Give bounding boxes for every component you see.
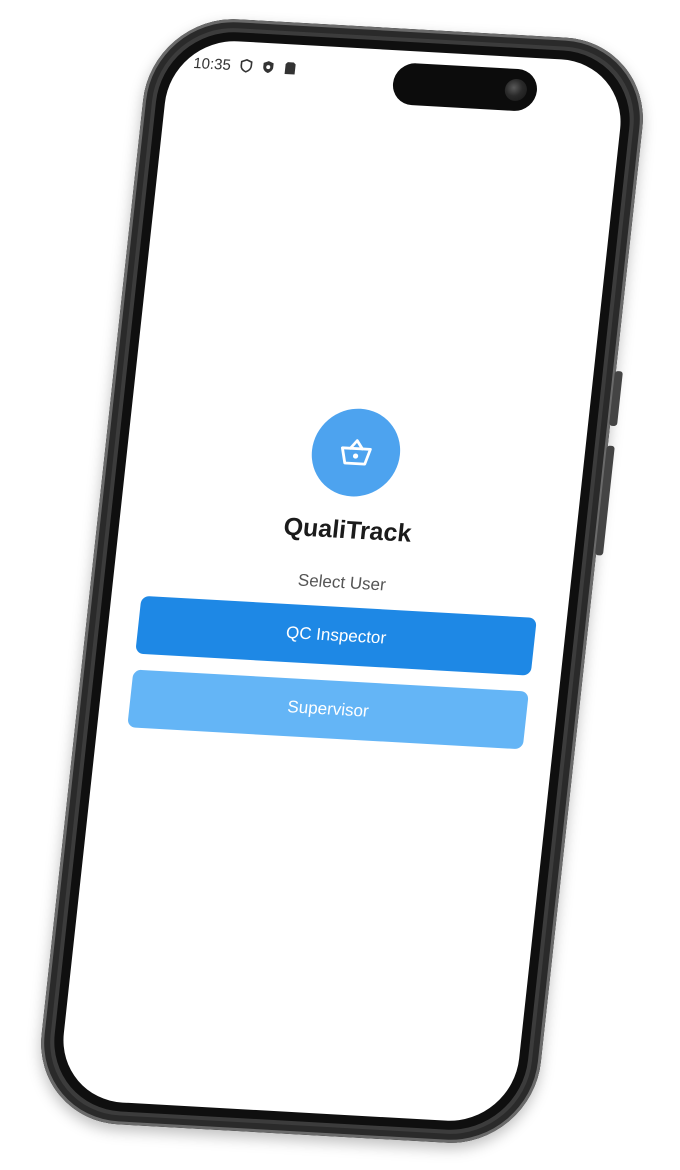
status-time: 10:35: [192, 54, 232, 74]
phone-device: 10:35 QualiTrack Select User QC Inspecto…: [32, 14, 652, 1148]
dynamic-island: [390, 62, 540, 113]
supervisor-button[interactable]: Supervisor: [127, 669, 529, 750]
select-user-label: Select User: [296, 570, 387, 595]
app-title: QualiTrack: [282, 512, 413, 548]
sim-card-icon: [284, 62, 296, 75]
mockup-stage: 10:35 QualiTrack Select User QC Inspecto…: [0, 0, 680, 1170]
basket-icon: [340, 439, 372, 466]
front-camera: [503, 78, 529, 102]
app-logo: [307, 406, 405, 499]
qc-inspector-button[interactable]: QC Inspector: [135, 595, 537, 676]
shield-outline-icon: [240, 58, 253, 73]
login-content: QualiTrack Select User QC Inspector Supe…: [97, 396, 588, 751]
shield-solid-icon: [262, 61, 274, 74]
